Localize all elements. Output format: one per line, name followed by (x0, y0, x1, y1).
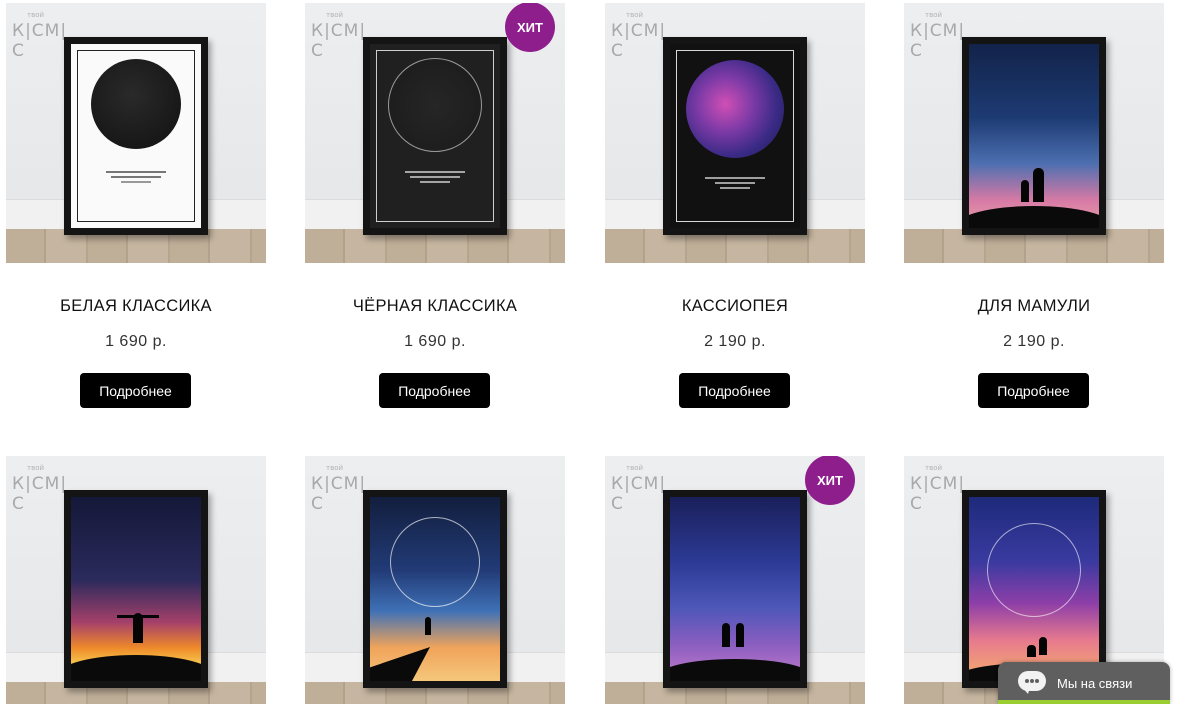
brand-logo: твой К|СМ|С (611, 11, 667, 61)
details-button[interactable]: Подробнее (679, 373, 790, 408)
product-card: твой К|СМ|С (6, 456, 266, 704)
brand-logo: твой К|СМ|С (910, 464, 966, 514)
product-price: 1 690 р. (105, 333, 167, 350)
brand-logo: твой К|СМ|С (611, 464, 667, 514)
product-title: БЕЛАЯ КЛАССИКА (60, 297, 212, 315)
product-title: ДЛЯ МАМУЛИ (977, 297, 1091, 315)
product-price: 2 190 р. (1003, 333, 1065, 350)
brand-logo: твой К|СМ|С (910, 11, 966, 61)
chat-status-bar (998, 700, 1170, 704)
product-card: твой К|СМ|С ДЛЯ МАМУЛИ 2 190 р. Подробне… (904, 3, 1164, 408)
product-image[interactable]: твой К|СМ|С (6, 456, 266, 704)
product-card: твой К|СМ|С БЕЛАЯ КЛАССИКА 1 690 р. Подр… (6, 3, 266, 408)
details-button[interactable]: Подробнее (379, 373, 490, 408)
chat-bubble-icon (1018, 671, 1046, 695)
product-card: твой К|СМ|С (305, 456, 565, 704)
product-card: твой К|СМ|С КАССИОПЕЯ 2 190 р. Подробнее (605, 3, 865, 408)
product-price: 1 690 р. (404, 333, 466, 350)
product-image[interactable]: твой К|СМ|С (605, 3, 865, 263)
product-title: ЧЁРНАЯ КЛАССИКА (352, 297, 518, 315)
product-card: твой К|СМ|С ХИТ (605, 456, 865, 704)
product-image[interactable]: твой К|СМ|С ХИТ (605, 456, 865, 704)
product-title: КАССИОПЕЯ (681, 297, 789, 315)
brand-logo: твой К|СМ|С (311, 464, 367, 514)
product-image[interactable]: твой К|СМ|С (904, 3, 1164, 263)
hit-badge: ХИТ (805, 456, 855, 505)
chat-widget[interactable]: Мы на связи (998, 662, 1170, 704)
brand-logo: твой К|СМ|С (12, 11, 68, 61)
product-image[interactable]: твой К|СМ|С ХИТ (305, 3, 565, 263)
brand-logo: твой К|СМ|С (12, 464, 68, 514)
hit-badge: ХИТ (505, 3, 555, 52)
brand-logo: твой К|СМ|С (311, 11, 367, 61)
chat-widget-label: Мы на связи (1057, 675, 1133, 691)
details-button[interactable]: Подробнее (978, 373, 1089, 408)
product-price: 2 190 р. (704, 333, 766, 350)
product-image[interactable]: твой К|СМ|С (305, 456, 565, 704)
product-image[interactable]: твой К|СМ|С (6, 3, 266, 263)
product-card: твой К|СМ|С ХИТ ЧЁРНАЯ КЛАССИКА 1 690 р.… (305, 3, 565, 408)
details-button[interactable]: Подробнее (80, 373, 191, 408)
